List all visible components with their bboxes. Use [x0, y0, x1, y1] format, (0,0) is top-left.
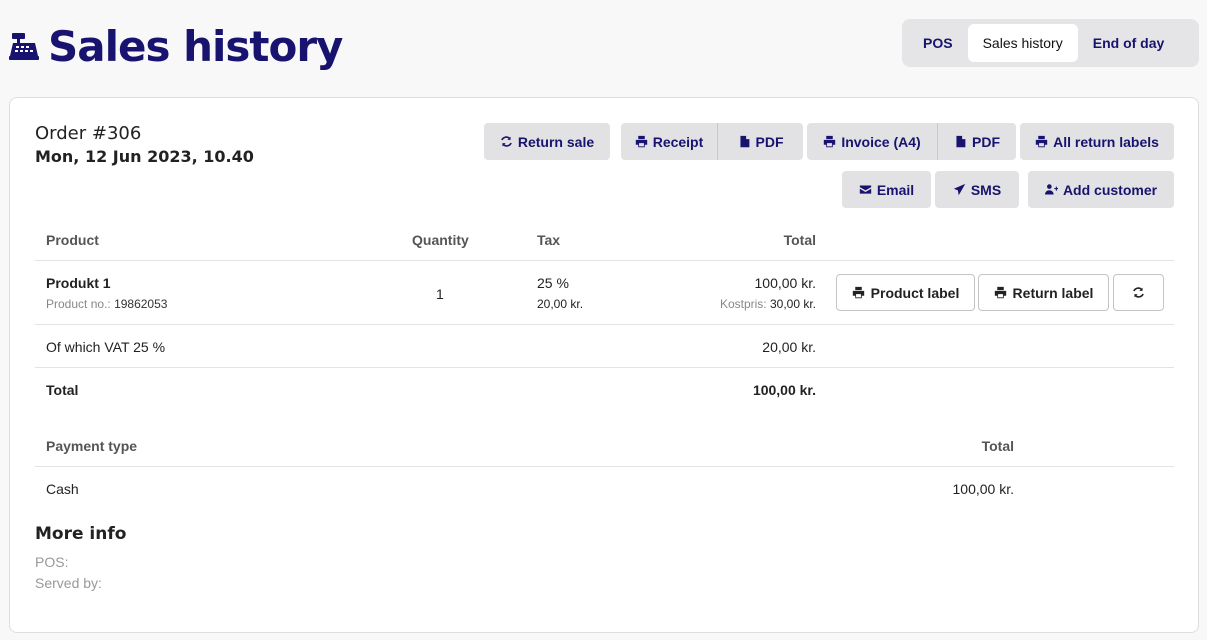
- invoice-button[interactable]: Invoice (A4): [807, 123, 937, 160]
- product-tax-amount: 20,00 kr.: [537, 297, 584, 311]
- add-user-icon: [1044, 184, 1058, 195]
- return-sale-label: Return sale: [517, 133, 595, 150]
- printer-icon: [824, 135, 836, 148]
- divider: [35, 324, 1174, 325]
- product-tax-rate: 25 %: [537, 275, 569, 291]
- email-label: Email: [876, 181, 915, 198]
- col-header-tax: Tax: [537, 232, 561, 248]
- return-label-label: Return label: [1012, 284, 1094, 301]
- receipt-button[interactable]: Receipt: [621, 123, 717, 160]
- add-customer-label: Add customer: [1062, 181, 1158, 198]
- vat-label: Of which VAT 25 %: [46, 339, 166, 355]
- col-header-payment-type: Payment type: [46, 438, 138, 454]
- served-by-label: Served by:: [35, 575, 102, 591]
- order-card: Order #306 Mon, 12 Jun 2023, 10.40 Retur…: [9, 97, 1199, 633]
- cash-register-icon: [9, 33, 39, 60]
- refresh-icon: [1133, 287, 1144, 298]
- page-title: Sales history: [48, 21, 343, 71]
- invoice-pdf-button[interactable]: PDF: [937, 123, 1016, 160]
- product-number: Product no.: 19862053: [46, 297, 167, 311]
- return-label-button[interactable]: Return label: [978, 274, 1109, 311]
- view-switcher: POS Sales history End of day: [902, 19, 1199, 67]
- all-return-labels-label: All return labels: [1053, 133, 1159, 150]
- product-cost-price: Kostpris: 30,00 kr.: [666, 297, 816, 311]
- product-total: 100,00 kr.: [754, 275, 817, 291]
- cost-price-label: Kostpris:: [719, 297, 767, 311]
- divider: [35, 260, 1174, 261]
- refresh-icon: [501, 136, 512, 147]
- receipt-pdf-label: PDF: [755, 133, 784, 150]
- divider: [35, 466, 1174, 467]
- tab-end-of-day[interactable]: End of day: [1078, 24, 1180, 62]
- product-name: Produkt 1: [46, 275, 111, 291]
- invoice-pdf-label: PDF: [972, 133, 1000, 150]
- pdf-file-icon: [739, 135, 749, 148]
- tab-sales-history[interactable]: Sales history: [967, 24, 1078, 62]
- col-header-payment-total: Total: [981, 438, 1014, 454]
- printer-icon: [852, 286, 864, 299]
- vat-value: 20,00 kr.: [762, 339, 816, 355]
- email-button[interactable]: Email: [842, 171, 931, 208]
- order-date: Mon, 12 Jun 2023, 10.40: [35, 147, 254, 166]
- col-header-total: Total: [783, 232, 816, 248]
- paper-plane-icon: [953, 183, 966, 196]
- total-label: Total: [46, 382, 79, 398]
- return-item-button[interactable]: [1113, 274, 1164, 311]
- sms-button[interactable]: SMS: [935, 171, 1019, 208]
- order-title: Order #306: [35, 123, 142, 144]
- envelope-icon: [859, 185, 871, 194]
- sms-label: SMS: [970, 181, 1002, 198]
- col-header-product: Product: [46, 232, 99, 248]
- page-header: Sales history: [8, 16, 343, 76]
- more-info-title: More info: [35, 524, 127, 544]
- add-customer-button[interactable]: Add customer: [1028, 171, 1174, 208]
- pos-label: POS:: [35, 554, 69, 570]
- invoice-label: Invoice (A4): [841, 133, 921, 150]
- divider: [35, 367, 1174, 368]
- payment-type: Cash: [46, 481, 79, 497]
- pdf-file-icon: [956, 135, 966, 148]
- total-value: 100,00 kr.: [752, 382, 816, 398]
- product-quantity: 1: [436, 286, 444, 302]
- tab-pos[interactable]: POS: [908, 24, 968, 62]
- col-header-quantity: Quantity: [412, 232, 469, 248]
- product-number-label: Product no.:: [46, 297, 111, 311]
- product-label-button[interactable]: Product label: [836, 274, 975, 311]
- product-number-value: 19862053: [114, 297, 168, 311]
- payment-total: 100,00 kr.: [952, 481, 1015, 497]
- receipt-label: Receipt: [652, 133, 704, 150]
- printer-icon: [635, 135, 647, 148]
- receipt-pdf-button[interactable]: PDF: [717, 123, 803, 160]
- printer-icon: [1035, 135, 1048, 148]
- all-return-labels-button[interactable]: All return labels: [1020, 123, 1174, 160]
- return-sale-button[interactable]: Return sale: [484, 123, 610, 160]
- product-label-label: Product label: [870, 284, 960, 301]
- printer-icon: [994, 286, 1006, 299]
- cost-price-value: 30,00 kr.: [769, 297, 816, 311]
